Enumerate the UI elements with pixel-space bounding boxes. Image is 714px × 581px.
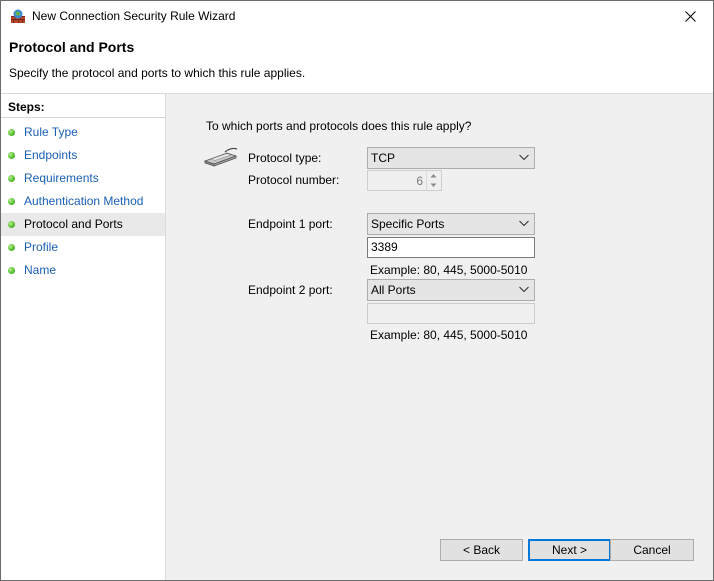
- endpoint2-ports-input: [368, 304, 534, 321]
- sidebar-item-rule-type[interactable]: Rule Type: [1, 121, 165, 144]
- step-status-dot-icon: [8, 198, 15, 205]
- protocol-type-value: TCP: [371, 151, 395, 165]
- sidebar-item-label: Authentication Method: [24, 194, 144, 208]
- sidebar-item-protocol-and-ports[interactable]: Protocol and Ports: [1, 213, 165, 236]
- firewall-icon: [11, 9, 25, 23]
- endpoint1-example-text: Example: 80, 445, 5000-5010: [370, 263, 528, 277]
- endpoint2-port-value: All Ports: [371, 283, 416, 297]
- page-title: Protocol and Ports: [9, 39, 135, 55]
- close-icon: [684, 10, 696, 22]
- endpoint2-ports-field: [367, 303, 535, 324]
- protocol-number-stepper[interactable]: 6: [367, 170, 442, 191]
- steps-heading: Steps:: [1, 97, 165, 118]
- step-status-dot-icon: [8, 175, 15, 182]
- stepper-up-button[interactable]: [427, 171, 441, 180]
- sidebar-item-name[interactable]: Name: [1, 259, 165, 282]
- protocol-type-label: Protocol type:: [248, 151, 322, 165]
- cancel-button[interactable]: Cancel: [610, 539, 694, 561]
- sidebar-item-profile[interactable]: Profile: [1, 236, 165, 259]
- step-status-dot-icon: [8, 221, 15, 228]
- stepper-down-button[interactable]: [427, 181, 441, 190]
- sidebar-item-label: Profile: [24, 240, 59, 254]
- steps-sidebar: Steps: Rule Type Endpoints Requirements …: [1, 94, 166, 580]
- page-subtitle: Specify the protocol and ports to which …: [9, 66, 306, 80]
- endpoint2-port-label: Endpoint 2 port:: [248, 283, 333, 297]
- endpoint1-port-label: Endpoint 1 port:: [248, 217, 333, 231]
- close-button[interactable]: [667, 1, 713, 31]
- endpoint1-ports-input[interactable]: [368, 238, 534, 255]
- endpoint2-example-text: Example: 80, 445, 5000-5010: [370, 328, 528, 342]
- chevron-down-icon: [519, 220, 529, 227]
- title-bar[interactable]: New Connection Security Rule Wizard: [1, 1, 713, 31]
- question-text: To which ports and protocols does this r…: [206, 119, 472, 133]
- endpoint2-port-dropdown[interactable]: All Ports: [367, 279, 535, 301]
- sidebar-item-endpoints[interactable]: Endpoints: [1, 144, 165, 167]
- sidebar-item-label: Protocol and Ports: [24, 217, 123, 231]
- window-title: New Connection Security Rule Wizard: [32, 9, 236, 23]
- sidebar-item-requirements[interactable]: Requirements: [1, 167, 165, 190]
- page-header: Protocol and Ports Specify the protocol …: [1, 31, 713, 94]
- sidebar-item-label: Requirements: [24, 171, 99, 185]
- sidebar-item-label: Endpoints: [24, 148, 78, 162]
- endpoint1-ports-field[interactable]: [367, 237, 535, 258]
- wizard-window: New Connection Security Rule Wizard Prot…: [0, 0, 714, 581]
- network-cable-icon: [203, 147, 238, 167]
- chevron-down-icon: [519, 286, 529, 293]
- sidebar-item-authentication-method[interactable]: Authentication Method: [1, 190, 165, 213]
- endpoint1-port-value: Specific Ports: [371, 217, 445, 231]
- chevron-up-icon: [430, 174, 437, 178]
- step-status-dot-icon: [8, 244, 15, 251]
- back-button[interactable]: < Back: [440, 539, 523, 561]
- step-status-dot-icon: [8, 129, 15, 136]
- stepper-arrows: [426, 171, 441, 190]
- sidebar-item-label: Rule Type: [24, 125, 78, 139]
- next-button[interactable]: Next >: [528, 539, 611, 561]
- endpoint1-port-dropdown[interactable]: Specific Ports: [367, 213, 535, 235]
- content-panel: To which ports and protocols does this r…: [166, 94, 713, 580]
- protocol-number-value: 6: [416, 174, 423, 188]
- sidebar-item-label: Name: [24, 263, 57, 277]
- protocol-number-label: Protocol number:: [248, 173, 340, 187]
- protocol-type-dropdown[interactable]: TCP: [367, 147, 535, 169]
- steps-heading-label: Steps:: [8, 100, 45, 114]
- step-status-dot-icon: [8, 267, 15, 274]
- chevron-down-icon: [430, 183, 437, 187]
- step-status-dot-icon: [8, 152, 15, 159]
- chevron-down-icon: [519, 154, 529, 161]
